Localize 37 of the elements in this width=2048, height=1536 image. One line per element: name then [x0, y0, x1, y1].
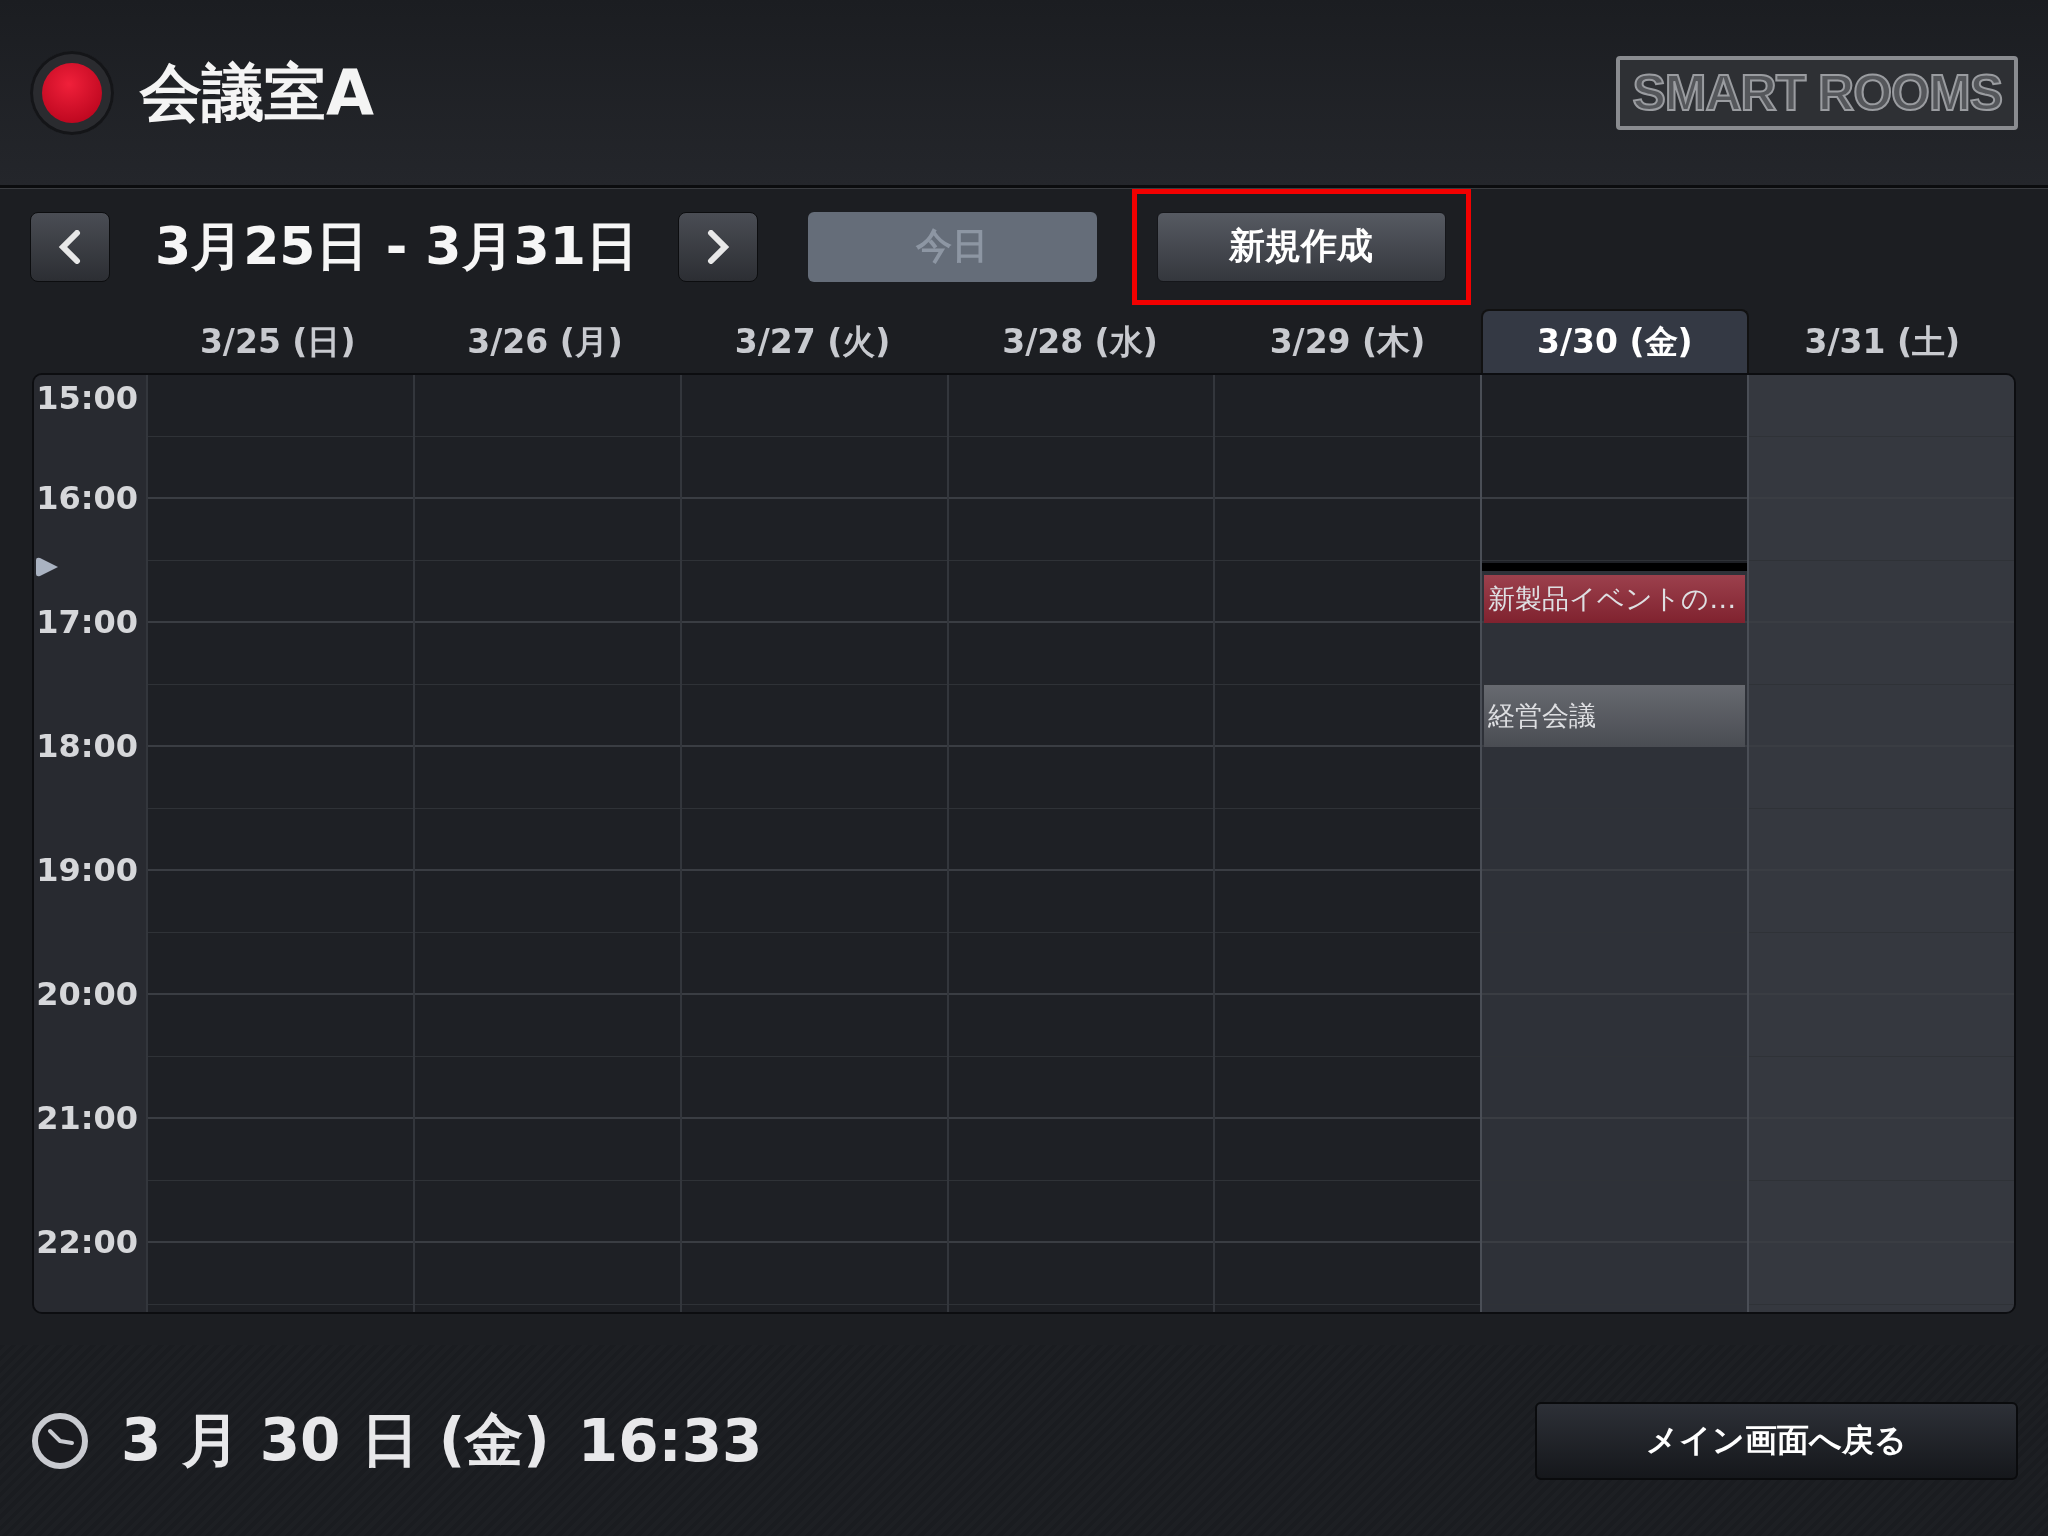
hour-label: 18:00 [36, 727, 138, 765]
current-date: 3 月 30 日 (金) [121, 1404, 550, 1476]
hour-label: 17:00 [36, 603, 138, 641]
hour-label: 21:00 [36, 1099, 138, 1137]
day-column[interactable] [1213, 375, 1481, 1312]
day-column[interactable] [946, 375, 1214, 1312]
day-column[interactable] [146, 375, 413, 1312]
day-tab[interactable]: 3/28 (水) [946, 311, 1214, 373]
logo: SMART ROOMS [1616, 55, 2018, 130]
new-button[interactable]: 新規作成 [1156, 211, 1446, 282]
hour-label: 15:00 [36, 379, 138, 417]
day-column[interactable] [679, 375, 947, 1312]
room-name: 会議室A [140, 54, 374, 131]
day-tab[interactable]: 3/31 (土) [1748, 311, 2016, 373]
current-time-marker-icon [34, 556, 60, 579]
calendar-event[interactable]: 新製品イベントの… [1484, 575, 1746, 623]
hour-label: 19:00 [36, 851, 138, 889]
day-column[interactable] [412, 375, 680, 1312]
day-column[interactable] [1747, 375, 2014, 1312]
status-dot [42, 62, 102, 123]
day-column[interactable]: 新製品イベントの… 経営会議 [1480, 375, 1748, 1312]
day-tab[interactable]: 3/25 (日) [144, 311, 412, 373]
next-week-button[interactable] [677, 211, 758, 282]
day-tab[interactable]: 3/30 (金) [1481, 309, 1749, 373]
current-time: 16:33 [577, 1406, 763, 1475]
hour-label: 20:00 [36, 975, 138, 1013]
hour-label: 22:00 [36, 1223, 138, 1261]
previous-week-button[interactable] [30, 211, 110, 282]
back-to-main-button[interactable]: メイン画面へ戻る [1535, 1401, 2018, 1480]
hour-label: 16:00 [36, 479, 138, 517]
calendar-event[interactable]: 経営会議 [1484, 685, 1746, 747]
day-tab[interactable]: 3/29 (木) [1213, 311, 1482, 373]
day-tab[interactable]: 3/26 (月) [411, 311, 679, 373]
date-range: 3月25日 - 3月31日 [154, 214, 639, 278]
chevron-left-icon [57, 229, 83, 264]
day-tab[interactable]: 3/27 (火) [678, 311, 947, 373]
clock-icon [30, 1410, 90, 1471]
